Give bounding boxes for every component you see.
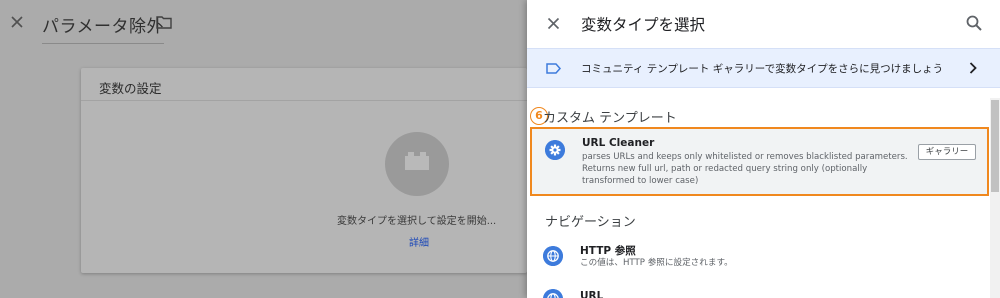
variable-type-panel: 変数タイプを選択 コミュニティ テンプレート ギャラリーで変数タイプをさらに見つ… — [527, 0, 1000, 298]
community-gallery-banner[interactable]: コミュニティ テンプレート ギャラリーで変数タイプをさらに見つけましょう — [527, 48, 1000, 88]
panel-header: 変数タイプを選択 — [527, 0, 1000, 48]
panel-title: 変数タイプを選択 — [581, 16, 706, 34]
list-item-url[interactable]: URL — [527, 284, 989, 298]
editor-title[interactable]: パラメータ除外 — [42, 12, 164, 44]
folder-icon[interactable] — [156, 15, 172, 29]
close-icon[interactable] — [8, 13, 26, 31]
card-message: 変数タイプを選択して設定を開始... — [337, 216, 497, 227]
editor-header: パラメータ除外 — [0, 0, 527, 50]
variable-config-card: 変数の設定 変数タイプを選択して設定を開始... 詳細 — [81, 68, 527, 273]
section-title-navigation: ナビゲーション — [545, 215, 636, 230]
divider — [81, 100, 527, 101]
variable-type-placeholder[interactable] — [385, 132, 449, 196]
learn-more-link[interactable]: 詳細 — [409, 234, 429, 249]
label-icon — [546, 63, 561, 74]
scrollbar-thumb[interactable] — [991, 100, 999, 192]
search-icon[interactable] — [965, 14, 983, 32]
close-icon[interactable] — [545, 15, 562, 32]
globe-icon — [543, 246, 563, 266]
banner-text: コミュニティ テンプレート ギャラリーで変数タイプをさらに見つけましょう — [581, 63, 944, 75]
item-description: parses URLs and keeps only whitelisted o… — [582, 152, 908, 186]
item-name: URL — [580, 290, 604, 298]
item-name: HTTP 参照 — [580, 245, 636, 257]
gallery-button[interactable]: ギャラリー — [918, 144, 976, 160]
globe-icon — [543, 289, 563, 298]
card-title: 変数の設定 — [99, 81, 162, 96]
item-description: この値は、HTTP 参照に設定されます。 — [580, 258, 733, 268]
chevron-right-icon — [969, 62, 977, 74]
gear-icon — [545, 140, 565, 160]
section-title-custom-templates: カスタム テンプレート — [543, 111, 677, 126]
brick-icon — [405, 152, 429, 170]
list-item-url-cleaner[interactable]: URL Cleaner parses URLs and keeps only w… — [530, 127, 989, 196]
item-name: URL Cleaner — [582, 137, 655, 149]
scrollbar[interactable] — [990, 98, 1000, 298]
list-item-http-referrer[interactable]: HTTP 参照 この値は、HTTP 参照に設定されます。 — [527, 240, 989, 276]
